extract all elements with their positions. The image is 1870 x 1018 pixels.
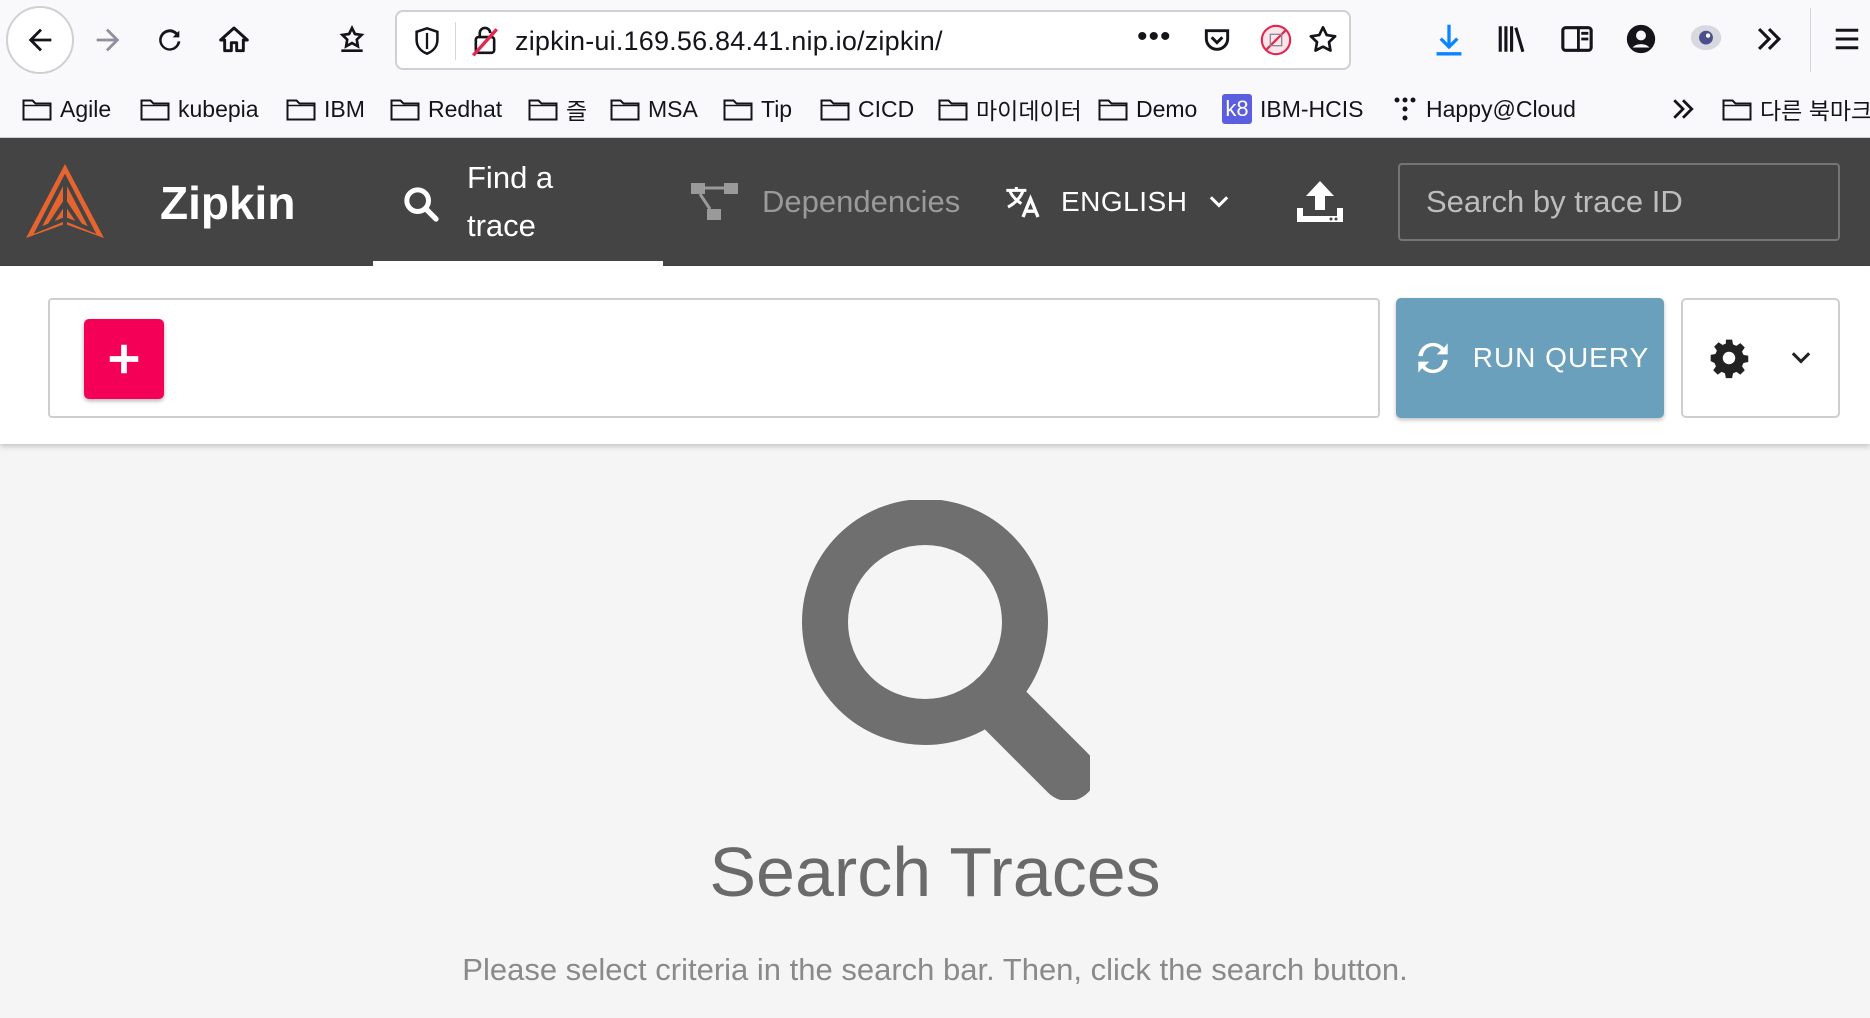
bookmark-item[interactable]: CICD xyxy=(820,92,914,126)
blocked-extension-icon[interactable] xyxy=(1259,23,1293,57)
folder-icon xyxy=(140,99,170,121)
browser-toolbar: zipkin-ui.169.56.84.41.nip.io/zipkin/ ••… xyxy=(0,0,1870,80)
arrow-left-icon xyxy=(28,28,52,52)
menu-icon[interactable] xyxy=(1832,24,1862,54)
bookmark-label: 즐 xyxy=(566,98,588,124)
bookmark-label: IBM-HCIS xyxy=(1260,95,1364,122)
dots-icon xyxy=(1394,97,1416,121)
bookmark-item[interactable]: 마이데이터 xyxy=(938,92,1082,126)
bookmark-label: Redhat xyxy=(428,95,503,122)
language-selector[interactable]: ENGLISH xyxy=(1003,138,1233,266)
tab-label: Dependencies xyxy=(762,184,961,219)
overflow-chevron-icon[interactable] xyxy=(1752,22,1786,56)
bookmark-other[interactable]: 다른 북마크 xyxy=(1722,92,1870,126)
plus-icon xyxy=(109,344,139,374)
shield-icon xyxy=(415,26,439,56)
extension-button[interactable] xyxy=(332,20,372,60)
more-actions-icon[interactable]: ••• xyxy=(1137,20,1172,54)
folder-icon xyxy=(938,99,968,121)
home-button[interactable] xyxy=(214,20,254,60)
folder-icon xyxy=(820,99,850,121)
app-header: Zipkin Find a trace Dependencies ENGLISH xyxy=(0,138,1870,266)
upload-icon[interactable] xyxy=(1295,178,1345,226)
extension-eye-icon[interactable] xyxy=(1688,22,1724,56)
bookmark-item[interactable]: 즐 xyxy=(528,92,587,126)
forward-button[interactable] xyxy=(88,20,128,60)
puzzle-star-icon xyxy=(339,24,365,52)
bookmark-item[interactable]: Happy@Cloud xyxy=(1392,92,1576,126)
folder-icon xyxy=(22,99,52,121)
gear-icon xyxy=(1710,339,1748,379)
toolbar-divider xyxy=(1810,8,1811,72)
run-query-button[interactable]: RUN QUERY xyxy=(1396,298,1664,418)
bookmark-label: kubepia xyxy=(178,95,259,122)
reload-icon xyxy=(159,29,181,51)
large-search-icon xyxy=(802,500,1090,800)
url-bar[interactable]: zipkin-ui.169.56.84.41.nip.io/zipkin/ ••… xyxy=(395,10,1351,70)
dependency-graph-icon xyxy=(691,183,738,220)
reload-button[interactable] xyxy=(150,20,190,60)
tab-find-trace[interactable]: Find a trace xyxy=(373,138,663,266)
folder-icon xyxy=(1722,99,1752,121)
bookmark-label: Tip xyxy=(761,95,793,122)
app-title[interactable]: Zipkin xyxy=(160,176,295,230)
download-icon[interactable] xyxy=(1432,22,1466,58)
k8-icon: k8 xyxy=(1222,94,1252,124)
folder-icon xyxy=(723,99,753,121)
bookmark-label: MSA xyxy=(648,95,698,122)
empty-state-subtitle: Please select criteria in the search bar… xyxy=(462,952,1408,987)
bookmark-label: CICD xyxy=(858,95,915,122)
language-label: ENGLISH xyxy=(1061,186,1188,217)
bookmark-item[interactable]: MSA xyxy=(610,92,698,126)
bookmark-label: IBM xyxy=(324,95,365,122)
bookmark-label: Agile xyxy=(60,95,112,122)
empty-state-title: Search Traces xyxy=(709,833,1161,911)
chevron-down-icon xyxy=(1791,352,1810,364)
sync-icon xyxy=(1418,342,1448,374)
arrow-right-icon xyxy=(96,28,120,52)
trace-id-search-input[interactable] xyxy=(1398,163,1840,241)
folder-icon xyxy=(1098,99,1128,121)
sidebar-icon[interactable] xyxy=(1560,22,1594,56)
bookmark-label: 다른 북마크 xyxy=(1760,98,1870,124)
insecure-lock-icon xyxy=(471,26,499,57)
chevron-double-right-icon xyxy=(1673,99,1694,119)
bookmark-item[interactable]: kubepia xyxy=(140,92,259,126)
bookmarks-overflow-button[interactable] xyxy=(1668,92,1698,126)
search-icon xyxy=(404,187,439,222)
account-icon[interactable] xyxy=(1624,22,1658,56)
url-divider xyxy=(455,22,456,60)
query-settings-button[interactable] xyxy=(1681,298,1840,418)
home-icon xyxy=(219,26,249,53)
bookmark-label: Demo xyxy=(1136,95,1198,122)
pocket-icon[interactable] xyxy=(1201,24,1233,56)
bookmark-item[interactable]: Demo xyxy=(1098,92,1197,126)
bookmarks-bar xyxy=(0,80,1870,138)
folder-icon xyxy=(610,99,640,121)
back-button[interactable] xyxy=(6,6,74,74)
library-icon[interactable] xyxy=(1496,22,1530,56)
chevron-down-icon xyxy=(1210,196,1229,208)
url-text[interactable]: zipkin-ui.169.56.84.41.nip.io/zipkin/ xyxy=(515,26,943,57)
folder-icon xyxy=(286,99,316,121)
bookmark-label: 마이데이터 xyxy=(976,98,1082,124)
folder-icon xyxy=(390,99,420,121)
translate-icon xyxy=(1006,187,1040,218)
folder-icon xyxy=(528,99,558,121)
bookmark-item[interactable]: IBM xyxy=(286,92,365,126)
tab-label: Find a trace xyxy=(467,160,554,243)
bookmark-star-icon[interactable] xyxy=(1307,24,1339,56)
query-bar: RUN QUERY xyxy=(0,266,1870,444)
bookmark-item[interactable]: k8 IBM-HCIS xyxy=(1222,92,1364,126)
add-criteria-button[interactable] xyxy=(84,319,164,399)
bookmark-item[interactable]: Agile xyxy=(22,92,111,126)
zipkin-logo[interactable] xyxy=(22,160,108,244)
bookmark-item[interactable]: Tip xyxy=(723,92,792,126)
bookmark-label: Happy@Cloud xyxy=(1426,95,1576,122)
bookmark-item[interactable]: Redhat xyxy=(390,92,502,126)
search-criteria-box[interactable] xyxy=(48,298,1380,418)
run-query-label: RUN QUERY xyxy=(1472,342,1650,373)
tab-dependencies[interactable]: Dependencies xyxy=(690,138,960,266)
